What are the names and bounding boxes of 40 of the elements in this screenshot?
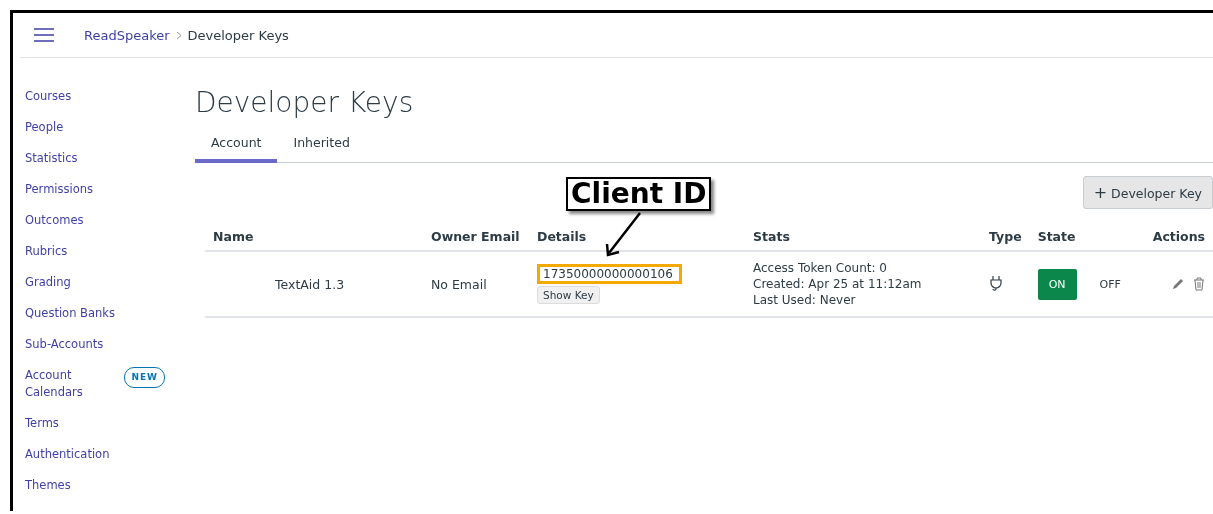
sidebar-link[interactable]: Outcomes	[25, 212, 84, 229]
trash-icon[interactable]	[1193, 277, 1205, 291]
on-toggle[interactable]: ON	[1037, 268, 1077, 300]
sidebar-link[interactable]: Terms	[25, 415, 59, 432]
off-toggle[interactable]: OFF	[1088, 268, 1132, 300]
new-badge: NEW	[124, 367, 165, 388]
callout-label: Client ID	[566, 177, 712, 211]
breadcrumb-current: Developer Keys	[187, 27, 289, 43]
tab[interactable]: Inherited	[277, 131, 366, 163]
column-header: Details	[537, 229, 587, 244]
sidebar-link[interactable]: Sub-Accounts	[25, 336, 104, 353]
sidebar-link[interactable]: Courses	[25, 88, 72, 105]
column-header: State	[1037, 229, 1076, 244]
client-id: 17350000000000106	[537, 264, 682, 284]
page-title: Developer Keys	[195, 86, 415, 119]
sidebar-link[interactable]: People	[25, 119, 64, 136]
pencil-icon[interactable]	[1171, 277, 1185, 291]
sidebar-link[interactable]: Rubrics	[25, 243, 68, 260]
column-header: Type	[989, 229, 1022, 244]
sidebar-link[interactable]: Account Calendars	[25, 367, 95, 401]
table-cell: No Email	[431, 276, 487, 292]
column-header: Owner Email	[431, 229, 520, 244]
sidebar-link[interactable]: Themes	[25, 477, 71, 494]
column-header: Stats	[753, 229, 790, 244]
breadcrumb-link[interactable]: ReadSpeaker	[84, 27, 170, 43]
add-developer-key-button[interactable]: + Developer Key	[1082, 176, 1213, 209]
column-header: Name	[213, 229, 254, 244]
sidebar-link[interactable]: Statistics	[25, 150, 78, 167]
stats-text: Access Token Count: 0 Created: Apr 25 at 11:12am Last Used: Never	[753, 260, 923, 308]
sidebar-link[interactable]: Grading	[25, 274, 71, 291]
show-key-button[interactable]: Show Key	[537, 286, 600, 304]
chevron-icon	[175, 30, 182, 40]
table-cell: TextAid 1.3	[275, 276, 345, 292]
sidebar-link[interactable]: Permissions	[25, 181, 94, 198]
column-header: Actions	[1152, 229, 1205, 244]
sidebar-link[interactable]: Question Banks	[25, 305, 115, 322]
menu-icon[interactable]	[34, 28, 54, 42]
sidebar-link[interactable]: Authentication	[25, 446, 110, 463]
tab[interactable]: Account	[195, 131, 278, 163]
plug-icon	[989, 274, 1003, 291]
